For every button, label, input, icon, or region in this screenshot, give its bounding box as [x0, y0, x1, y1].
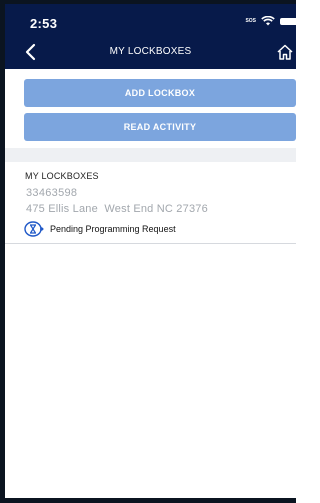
lockbox-address: 475 Ellis Lane West End NC 27376	[26, 203, 208, 215]
section-title: MY LOCKBOXES	[25, 171, 99, 181]
status-time: 2:53	[30, 16, 58, 31]
home-icon[interactable]	[276, 43, 294, 61]
lockbox-id: 33463598	[26, 187, 78, 199]
status-text: Pending Programming Request	[50, 224, 176, 234]
hourglass-icon	[24, 221, 44, 237]
app-screen: 2:53 SOS MY LOCKBOXES ADD LOCKBOX READ A…	[0, 0, 296, 503]
device-frame-left	[0, 0, 5, 503]
sos-indicator: SOS	[245, 18, 256, 24]
device-frame-bottom	[0, 498, 296, 503]
status-icons: SOS	[245, 16, 296, 26]
add-lockbox-button[interactable]: ADD LOCKBOX	[24, 79, 296, 107]
wifi-icon	[261, 16, 275, 26]
page-title: MY LOCKBOXES	[109, 46, 192, 57]
lockbox-list-item[interactable]: 33463598 475 Ellis Lane West End NC 2737…	[5, 185, 296, 243]
list-divider	[5, 243, 296, 244]
read-activity-button[interactable]: READ ACTIVITY	[24, 113, 296, 141]
app-header: 2:53 SOS MY LOCKBOXES	[5, 4, 296, 69]
lockbox-status: Pending Programming Request	[24, 221, 176, 237]
battery-icon	[280, 17, 296, 25]
section-separator	[5, 148, 296, 162]
nav-bar: MY LOCKBOXES	[5, 42, 296, 66]
